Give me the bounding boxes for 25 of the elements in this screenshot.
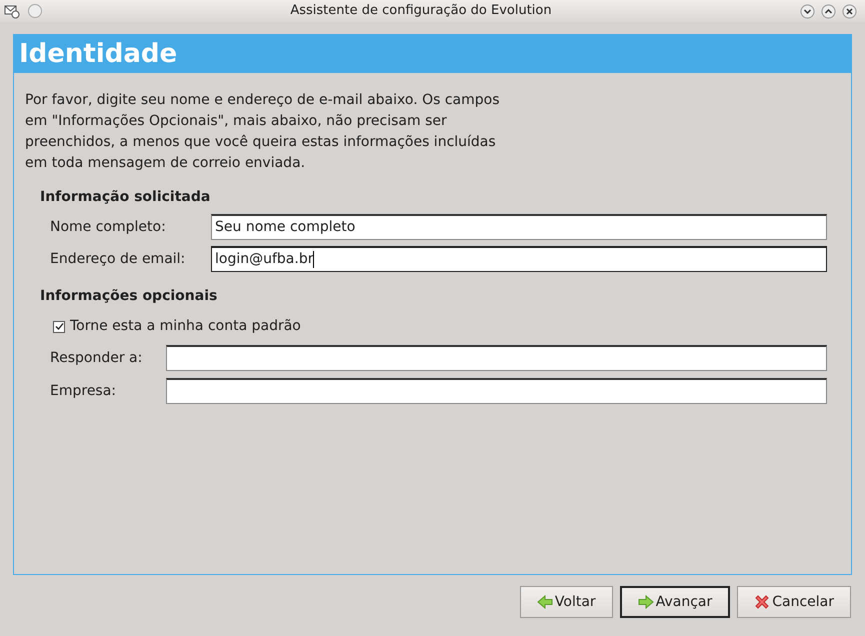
field-label: Nome completo: bbox=[50, 218, 167, 236]
next-button[interactable]: Avançar bbox=[620, 586, 730, 618]
maximize-icon[interactable] bbox=[821, 4, 836, 18]
close-icon[interactable] bbox=[842, 4, 857, 18]
window-title: Assistente de configuração do Evolution bbox=[289, 2, 553, 20]
text-field[interactable]: login@ufba.br bbox=[211, 246, 827, 272]
page-title: Identidade bbox=[19, 38, 178, 70]
back-button[interactable]: Voltar bbox=[520, 586, 613, 618]
cancel-button[interactable]: Cancelar bbox=[737, 586, 851, 618]
field-label: Empresa: bbox=[50, 382, 118, 400]
text-field[interactable] bbox=[166, 345, 827, 371]
mail-icon bbox=[4, 3, 20, 19]
right-arrow-icon bbox=[638, 595, 654, 609]
section-title: Informações opcionais bbox=[40, 287, 218, 306]
field-label: Responder a: bbox=[50, 348, 144, 368]
minimize-icon[interactable] bbox=[800, 4, 815, 18]
checkbox[interactable] bbox=[53, 320, 65, 332]
section-title: Informação solicitada bbox=[40, 188, 212, 207]
text-field[interactable] bbox=[166, 378, 827, 404]
field-label: Endereço de email: bbox=[50, 250, 186, 268]
checkbox-label[interactable]: Torne esta a minha conta padrão bbox=[70, 316, 301, 337]
text-field[interactable]: Seu nome completo bbox=[211, 214, 827, 240]
left-arrow-icon bbox=[536, 595, 553, 609]
description-text: Por favor, digite seu nome e endereço de e-mail abaixo. Os campos em "Informações Opcionais", mais abaixo, não precisam ser preenchidos, a menos que você queira estas informações incluídas em toda mensagem de correio enviada. bbox=[25, 91, 501, 173]
close-icon bbox=[754, 594, 770, 610]
